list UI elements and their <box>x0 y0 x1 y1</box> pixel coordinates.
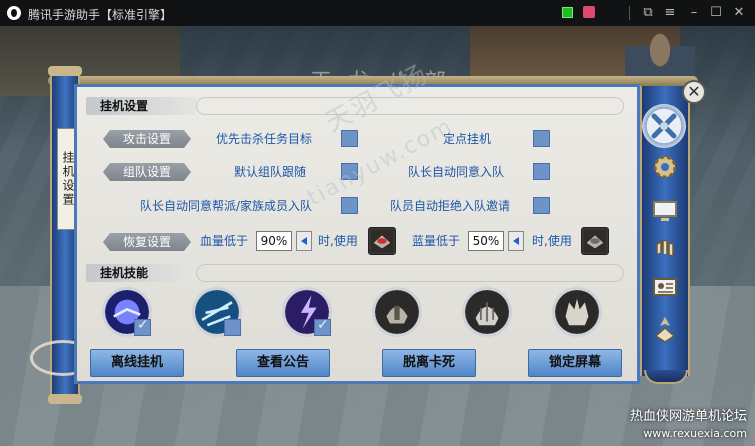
guardian-helm-skill-icon <box>372 287 422 337</box>
skill-checkbox[interactable] <box>134 317 151 336</box>
roller-cap <box>48 66 82 76</box>
mp-threshold-label: 蓝量低于 <box>412 234 461 248</box>
gloves-icon[interactable] <box>650 234 680 264</box>
lock-screen-button[interactable]: 锁定屏幕 <box>528 349 622 377</box>
hp-threshold-value[interactable]: 90% <box>256 231 292 251</box>
skill-slot-4[interactable] <box>372 287 422 337</box>
mp-threshold-decrease-button[interactable] <box>508 231 524 251</box>
app-title: 腾讯手游助手【标准引擎】 <box>28 8 173 22</box>
gift-icon[interactable] <box>583 6 595 18</box>
forum-watermark-url: www.rexuexia.com <box>643 427 747 440</box>
checkbox-fixed-point[interactable] <box>533 130 550 147</box>
gear-icon[interactable] <box>650 152 680 182</box>
hp-threshold-decrease-button[interactable] <box>296 231 312 251</box>
silver-helm-skill-icon <box>462 287 512 337</box>
view-notice-button[interactable]: 查看公告 <box>236 349 330 377</box>
option-label-leader-accept-guild: 队长自动同意帮派/家族成员入队 <box>140 199 313 213</box>
skill-checkbox[interactable] <box>314 317 331 336</box>
skill-slot-2[interactable] <box>192 287 242 337</box>
option-label-default-follow: 默认组队跟随 <box>234 165 307 179</box>
section-underline <box>196 264 624 282</box>
skill-slot-3[interactable] <box>282 287 332 337</box>
rank-badge-icon[interactable] <box>650 314 680 344</box>
minimize-icon[interactable]: – <box>686 5 702 21</box>
row-label-attack: 攻击设置 <box>103 130 191 148</box>
hp-potion-slot[interactable] <box>368 227 396 255</box>
section-title-settings: 挂机设置 <box>86 97 196 115</box>
menu-icon[interactable]: ≡ <box>662 5 678 21</box>
option-label-member-reject-invite: 队员自动拒绝入队邀请 <box>390 199 511 213</box>
hp-use-label: 时,使用 <box>318 234 358 248</box>
skill-slot-6[interactable] <box>552 287 602 337</box>
option-label-leader-auto-accept: 队长自动同意入队 <box>408 165 505 179</box>
close-icon[interactable]: ✕ <box>731 5 747 21</box>
mp-use-label: 时,使用 <box>532 234 572 248</box>
grey-potion-icon <box>583 229 607 253</box>
row-label-team: 组队设置 <box>103 163 191 181</box>
id-card-icon[interactable] <box>650 272 680 302</box>
green-status-icon[interactable] <box>562 7 573 18</box>
roller-cap <box>48 394 82 404</box>
checkbox-leader-auto-accept[interactable] <box>533 163 550 180</box>
skill-slot-1[interactable] <box>102 287 152 337</box>
offline-hang-button[interactable]: 离线挂机 <box>90 349 184 377</box>
mp-threshold-value[interactable]: 50% <box>468 231 504 251</box>
skill-slot-5[interactable] <box>462 287 512 337</box>
checkbox-leader-accept-guild[interactable] <box>341 197 358 214</box>
panel-close-button[interactable]: ✕ <box>682 80 706 104</box>
red-potion-icon <box>370 229 394 253</box>
option-label-kill-task-target: 优先击杀任务目标 <box>216 132 313 146</box>
tencent-logo-icon <box>7 6 21 20</box>
emulator-titlebar: 腾讯手游助手【标准引擎】 ⧉ ≡ – ☐ ✕ <box>0 0 755 26</box>
titlebar-divider <box>629 6 630 20</box>
skill-checkbox[interactable] <box>224 319 241 336</box>
monitor-icon[interactable] <box>650 196 680 226</box>
row-label-recover: 恢复设置 <box>103 233 191 251</box>
crown-helm-skill-icon <box>552 287 602 337</box>
fullscreen-icon[interactable]: ⧉ <box>640 5 656 21</box>
checkbox-member-reject-invite[interactable] <box>533 197 550 214</box>
crossed-swords-icon[interactable] <box>642 104 686 148</box>
hp-threshold-label: 血量低于 <box>200 234 249 248</box>
forum-watermark-name: 热血侠网游单机论坛 <box>629 409 747 424</box>
maximize-icon[interactable]: ☐ <box>708 5 724 21</box>
unstuck-button[interactable]: 脱离卡死 <box>382 349 476 377</box>
section-title-skills: 挂机技能 <box>86 264 196 282</box>
section-underline <box>196 97 624 115</box>
mp-potion-slot[interactable] <box>581 227 609 255</box>
